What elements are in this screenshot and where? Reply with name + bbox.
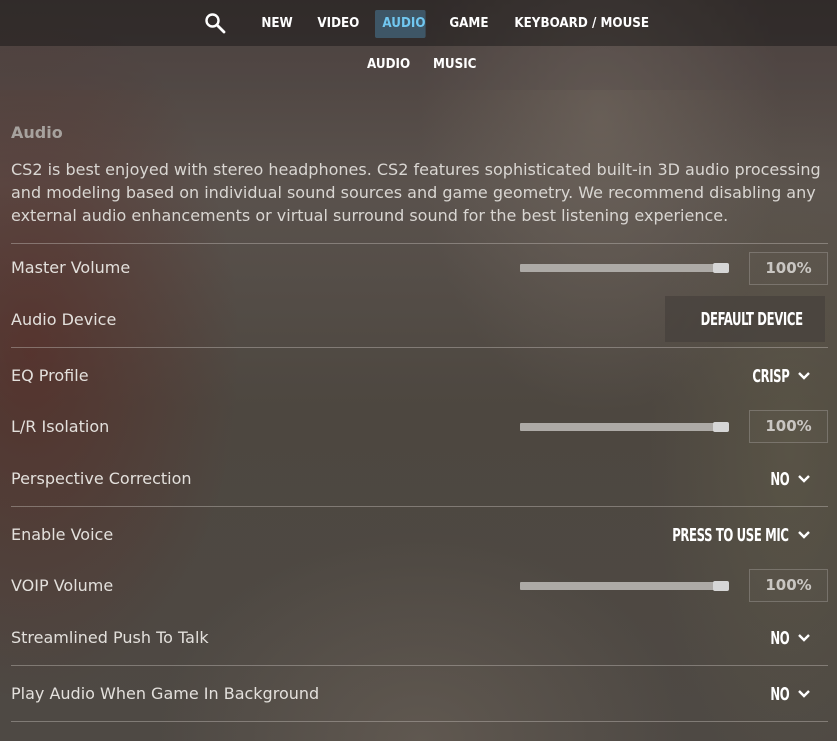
dropdown-value: NO [770, 683, 789, 705]
tab-game[interactable]: GAME [442, 10, 496, 38]
voip-volume-slider[interactable] [520, 582, 725, 590]
section-title: Audio [11, 123, 63, 142]
eq-profile-dropdown[interactable]: CRISP [724, 353, 825, 399]
master-volume-value[interactable]: 100% [749, 252, 828, 285]
divider [11, 665, 828, 666]
setting-label: Play Audio When Game In Background [11, 684, 320, 703]
chevron-down-icon [798, 690, 810, 698]
slider-thumb[interactable] [713, 422, 729, 432]
main-tabs: NEW VIDEO AUDIO GAME KEYBOARD / MOUSE [0, 0, 837, 46]
setting-label: Master Volume [11, 258, 131, 277]
divider [11, 347, 828, 348]
tab-audio[interactable]: AUDIO [375, 10, 426, 38]
setting-label: Enable Voice [11, 525, 114, 544]
chevron-down-icon [798, 531, 810, 539]
setting-label: EQ Profile [11, 366, 89, 385]
subtab-audio[interactable]: AUDIO [367, 57, 410, 72]
dropdown-value: DEFAULT DEVICE [700, 308, 803, 330]
dropdown-value: PRESS TO USE MIC [672, 524, 790, 546]
subtab-music[interactable]: MUSIC [433, 57, 476, 72]
divider [11, 506, 828, 507]
master-volume-slider[interactable] [520, 264, 725, 272]
section-description: CS2 is best enjoyed with stereo headphon… [11, 160, 821, 225]
divider [11, 721, 828, 722]
chevron-down-icon [798, 634, 810, 642]
divider [11, 243, 828, 244]
tab-keyboard-mouse[interactable]: KEYBOARD / MOUSE [507, 10, 656, 38]
play-audio-background-dropdown[interactable]: NO [749, 671, 825, 717]
search-icon[interactable] [204, 12, 226, 34]
lr-isolation-slider[interactable] [520, 423, 725, 431]
dropdown-value: NO [770, 468, 789, 490]
setting-label: L/R Isolation [11, 417, 110, 436]
setting-label: Perspective Correction [11, 469, 192, 488]
setting-label: Audio Device [11, 310, 117, 329]
dropdown-value: NO [770, 627, 789, 649]
sub-nav-bar [0, 46, 837, 90]
tab-video[interactable]: VIDEO [310, 10, 367, 38]
setting-label: Streamlined Push To Talk [11, 628, 209, 647]
slider-thumb[interactable] [713, 581, 729, 591]
chevron-down-icon [798, 372, 810, 380]
chevron-down-icon [798, 475, 810, 483]
tab-new[interactable]: NEW [254, 10, 300, 38]
voip-volume-value[interactable]: 100% [749, 569, 828, 602]
streamlined-ptt-dropdown[interactable]: NO [749, 615, 825, 661]
slider-thumb[interactable] [713, 263, 729, 273]
enable-voice-dropdown[interactable]: PRESS TO USE MIC [613, 512, 825, 558]
perspective-correction-dropdown[interactable]: NO [749, 456, 825, 502]
setting-label: VOIP Volume [11, 576, 114, 595]
dropdown-value: CRISP [751, 365, 789, 387]
lr-isolation-value[interactable]: 100% [749, 410, 828, 443]
audio-device-dropdown[interactable]: DEFAULT DEVICE [665, 296, 825, 342]
